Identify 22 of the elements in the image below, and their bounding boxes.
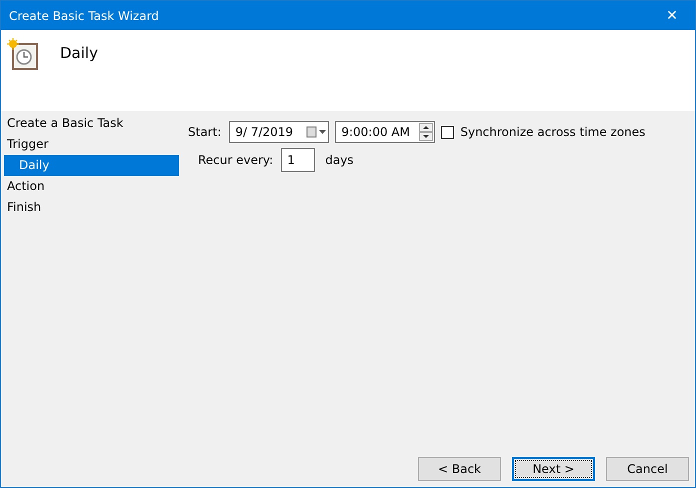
- recur-label: Recur every:: [198, 153, 274, 167]
- wizard-button[interactable]: Next >: [512, 457, 595, 481]
- step-item[interactable]: Finish: [1, 197, 179, 218]
- unit-label: days: [325, 153, 354, 167]
- recur-input[interactable]: 1: [281, 148, 316, 172]
- calendar-dropdown-icon: [306, 126, 328, 138]
- spin-arrows-icon: [419, 123, 434, 141]
- wizard-button[interactable]: Cancel: [606, 457, 689, 481]
- window-title: Create Basic Task Wizard: [9, 8, 159, 22]
- start-label: Start:: [188, 125, 222, 139]
- page-heading: Daily: [60, 44, 98, 62]
- calendar-clock-icon: [7, 38, 40, 71]
- time-spinner[interactable]: 9:00:00 AM: [335, 121, 436, 143]
- step-item[interactable]: Trigger: [1, 134, 179, 155]
- wizard-button[interactable]: < Back: [418, 457, 501, 481]
- close-button[interactable]: ✕: [649, 1, 695, 30]
- step-item[interactable]: Daily: [4, 155, 179, 176]
- sync-label: Synchronize across time zones: [460, 125, 646, 139]
- step-item[interactable]: Action: [1, 176, 179, 197]
- sync-checkbox[interactable]: [441, 126, 454, 138]
- date-picker[interactable]: 9/ 7/2019: [229, 121, 330, 143]
- step-item[interactable]: Create a Basic Task: [1, 113, 179, 134]
